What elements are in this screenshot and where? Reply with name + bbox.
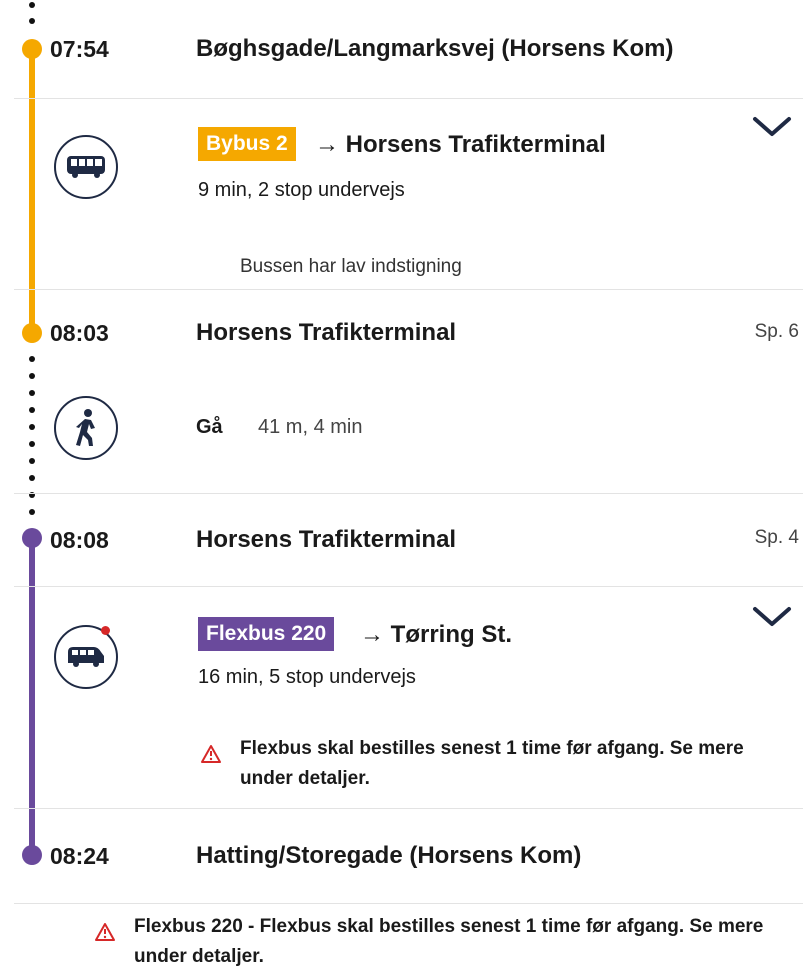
flexbus-icon: [54, 625, 118, 689]
stop-node: [22, 528, 42, 548]
walk-label: Gå: [196, 416, 223, 438]
timeline-line-bybus: [29, 48, 35, 334]
divider: [14, 808, 803, 809]
stop-time: 08:03: [50, 320, 109, 346]
footer-warning: Flexbus 220 - Flexbus skal bestilles sen…: [134, 916, 764, 967]
leg-duration: 9 min, 2 stop undervejs: [198, 179, 405, 201]
divider: [14, 903, 803, 904]
leg-destination: → Tørring St.: [360, 621, 512, 648]
stop-name[interactable]: Hatting/Storegade (Horsens Kom): [196, 842, 581, 870]
walk-detail: 41 m, 4 min: [258, 416, 363, 438]
line-badge-flexbus[interactable]: Flexbus 220: [198, 617, 335, 651]
stop-node: [22, 323, 42, 343]
platform-label: Sp. 4: [754, 527, 799, 548]
realtime-dot: [101, 626, 110, 635]
chevron-down-icon[interactable]: [752, 115, 792, 139]
line-badge-bybus[interactable]: Bybus 2: [198, 127, 296, 161]
divider: [14, 586, 803, 587]
walk-icon: [54, 396, 118, 460]
stop-node: [22, 845, 42, 865]
stop-time: 08:24: [50, 843, 109, 869]
stop-name[interactable]: Bøghsgade/Langmarksvej (Horsens Kom): [196, 35, 673, 63]
stop-name[interactable]: Horsens Trafikterminal: [196, 319, 456, 347]
leg-destination: → Horsens Trafikterminal: [315, 131, 606, 158]
stop-name[interactable]: Horsens Trafikterminal: [196, 526, 456, 554]
chevron-down-icon[interactable]: [752, 605, 792, 629]
platform-label: Sp. 6: [754, 321, 799, 342]
stop-node: [22, 39, 42, 59]
divider: [14, 493, 803, 494]
flexbus-warning: Flexbus skal bestilles senest 1 time før…: [240, 738, 744, 789]
stop-time: 07:54: [50, 36, 109, 62]
leg-duration: 16 min, 5 stop undervejs: [198, 666, 416, 688]
divider: [14, 98, 803, 99]
warning-icon: [201, 745, 221, 763]
bus-icon: [54, 135, 118, 199]
warning-icon: [95, 923, 115, 941]
divider: [14, 289, 803, 290]
stop-time: 08:08: [50, 527, 109, 553]
accessibility-note: Bussen har lav indstigning: [240, 256, 462, 277]
